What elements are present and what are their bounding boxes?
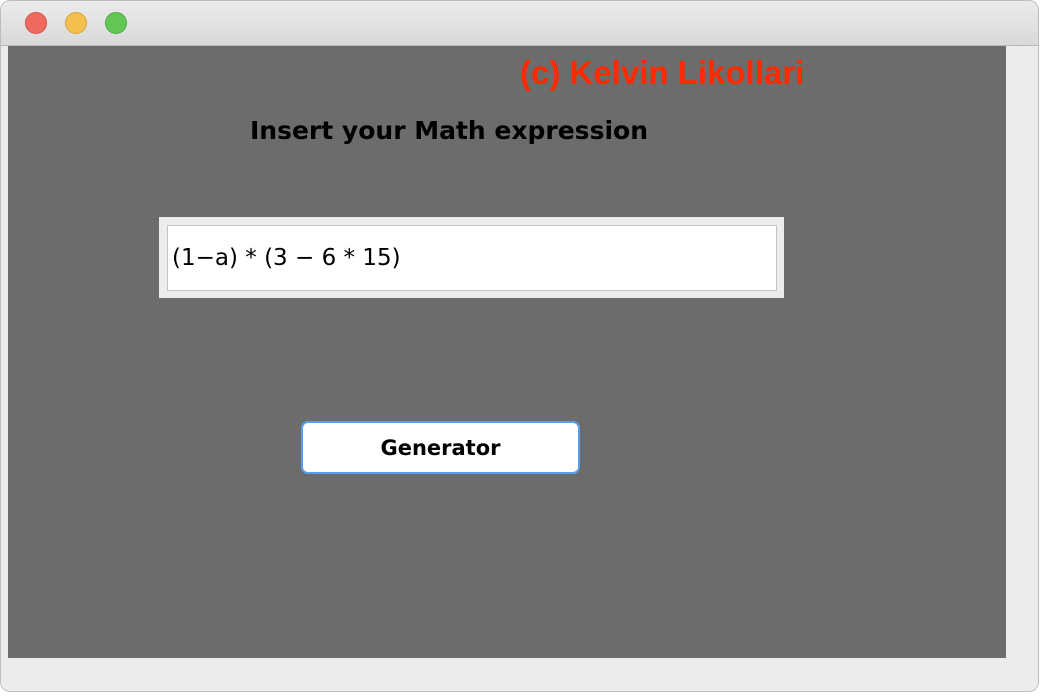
instruction-heading: Insert your Math expression — [250, 116, 648, 145]
right-margin — [1006, 46, 1038, 658]
main-panel: (c) Kelvin Likollari Insert your Math ex… — [8, 46, 1006, 658]
expression-input[interactable] — [167, 225, 777, 291]
generator-button[interactable]: Generator — [301, 421, 580, 474]
bottom-margin — [1, 658, 1038, 691]
title-bar[interactable] — [1, 1, 1038, 46]
expression-field-container — [159, 217, 784, 298]
close-window-icon[interactable] — [25, 12, 47, 34]
copyright-label: (c) Kelvin Likollari — [520, 54, 805, 91]
app-window: (c) Kelvin Likollari Insert your Math ex… — [0, 0, 1039, 692]
zoom-window-icon[interactable] — [105, 12, 127, 34]
minimize-window-icon[interactable] — [65, 12, 87, 34]
